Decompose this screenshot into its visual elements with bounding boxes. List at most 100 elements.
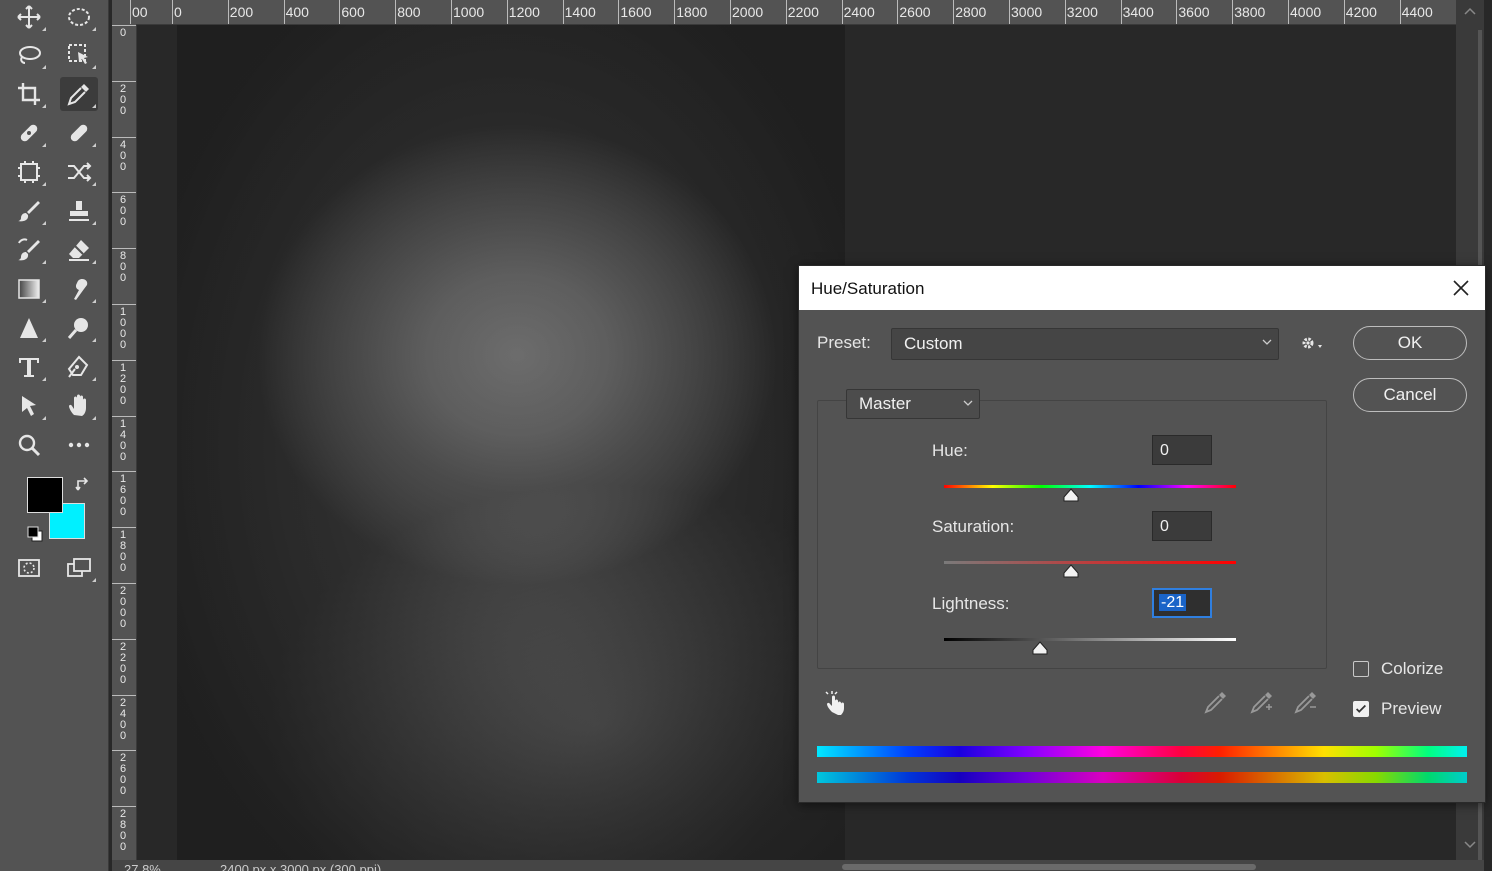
colorize-checkbox[interactable] xyxy=(1353,661,1369,677)
channel-dropdown[interactable]: Master xyxy=(846,389,980,419)
ruler-label-digits: 2 8 0 0 xyxy=(119,808,127,854)
targeted-adjustment-icon[interactable] xyxy=(823,689,849,715)
type-tool[interactable] xyxy=(10,350,48,384)
history-brush-tool[interactable] xyxy=(10,233,48,267)
ruler-label: 1600 xyxy=(620,4,652,20)
eraser-tool[interactable] xyxy=(60,233,98,267)
foreground-color-swatch[interactable] xyxy=(27,477,63,513)
tool-flyout-indicator xyxy=(42,416,46,420)
eyedropper-subtract-icon[interactable] xyxy=(1293,689,1319,715)
rotate-view-tool[interactable] xyxy=(60,389,98,423)
status-bar: 27.8% 2400 px x 3000 px (300 ppi) xyxy=(112,860,1484,871)
tool-flyout-indicator xyxy=(92,27,96,31)
chevron-down-icon xyxy=(963,400,973,406)
ruler-label: 800 xyxy=(397,4,421,20)
eyedropper-icon[interactable] xyxy=(1203,689,1229,715)
history-brush-icon xyxy=(18,238,40,261)
object-select-tool[interactable] xyxy=(60,38,98,72)
hue-slider-track[interactable] xyxy=(944,485,1236,488)
pen-tool[interactable] xyxy=(60,350,98,384)
brush-tool[interactable] xyxy=(10,194,48,228)
zoom-tool[interactable] xyxy=(10,428,48,462)
horizontal-scroll-thumb[interactable] xyxy=(842,864,1256,870)
scroll-down-icon[interactable] xyxy=(1464,840,1476,850)
zoom-readout[interactable]: 27.8% xyxy=(124,862,161,871)
horizontal-ruler[interactable]: 00 0 200 400 600 800 1000 1200 1400 1600 1800 2000 2… xyxy=(112,0,1456,25)
document-info: 2400 px x 3000 px (300 ppi) xyxy=(220,862,382,871)
ruler-label: 00 xyxy=(132,4,148,20)
hue-input[interactable]: 0 xyxy=(1152,435,1212,465)
path-select-tool[interactable] xyxy=(10,389,48,423)
saturation-value: 0 xyxy=(1160,518,1169,535)
spot-heal-tool[interactable] xyxy=(10,116,48,150)
preview-checkbox[interactable] xyxy=(1353,701,1369,717)
ruler-tick xyxy=(112,80,136,82)
move-tool[interactable] xyxy=(10,0,48,34)
preset-value: Custom xyxy=(904,334,963,353)
ruler-label: 3600 xyxy=(1178,4,1210,20)
ruler-tick xyxy=(112,304,136,305)
lightness-input[interactable]: -21 xyxy=(1152,588,1212,618)
cancel-button[interactable]: Cancel xyxy=(1353,378,1467,412)
type-icon xyxy=(19,358,39,377)
input-color-bar xyxy=(817,746,1467,757)
clone-stamp-tool[interactable] xyxy=(60,194,98,228)
eyedropper-icon xyxy=(67,84,89,106)
dialog-title-bar[interactable]: Hue/Saturation xyxy=(799,266,1485,310)
ruler-label: 1400 xyxy=(564,4,596,20)
ruler-label: 4400 xyxy=(1401,4,1433,20)
ruler-tick xyxy=(112,192,136,194)
content-aware-move-tool[interactable] xyxy=(60,155,98,189)
colorize-label: Colorize xyxy=(1381,659,1444,678)
swap-colors-icon[interactable] xyxy=(74,476,92,494)
canvas-image[interactable] xyxy=(177,25,845,865)
ruler-label-digits: 1 4 0 0 xyxy=(119,417,127,463)
ruler-tick xyxy=(1288,0,1289,24)
crop-tool[interactable] xyxy=(10,77,48,111)
saturation-slider-thumb[interactable] xyxy=(1063,564,1079,578)
lightness-slider-thumb[interactable] xyxy=(1032,641,1048,655)
default-colors-icon[interactable] xyxy=(26,525,44,543)
more-icon xyxy=(68,442,90,448)
gradient-tool[interactable] xyxy=(10,272,48,306)
bandage-tool[interactable] xyxy=(60,116,98,150)
sharpen-tool[interactable] xyxy=(10,311,48,345)
scroll-up-icon[interactable] xyxy=(1464,6,1476,16)
tool-flyout-indicator xyxy=(42,260,46,264)
ruler-tick xyxy=(112,806,136,808)
vertical-ruler[interactable]: 0 2 0 0 4 0 0 6 0 0 8 0 0 1 0 0 0 1 2 0 0 1 4 0… xyxy=(112,24,137,871)
ruler-label: 600 xyxy=(341,4,365,20)
zoom-icon xyxy=(18,434,41,457)
eyedropper-add-icon[interactable] xyxy=(1249,689,1275,715)
ruler-label: 4200 xyxy=(1345,4,1377,20)
hue-slider-thumb[interactable] xyxy=(1063,488,1079,502)
tool-flyout-indicator xyxy=(42,221,46,225)
quick-mask-button[interactable] xyxy=(10,551,48,585)
ruler-tick xyxy=(953,0,955,24)
more-tools-button[interactable] xyxy=(60,428,98,462)
lasso-tool[interactable] xyxy=(10,38,48,72)
dodge-tool[interactable] xyxy=(60,311,98,345)
saturation-slider-track[interactable] xyxy=(944,561,1236,564)
ruler-label-digits: 1 2 0 0 xyxy=(119,361,127,407)
output-color-bar xyxy=(817,772,1467,783)
ruler-label: 2600 xyxy=(899,4,931,20)
tool-flyout-indicator xyxy=(42,27,46,31)
ruler-tick xyxy=(112,638,136,640)
ok-button[interactable]: OK xyxy=(1353,326,1467,360)
tool-flyout-indicator xyxy=(92,104,96,108)
marquee-tool[interactable] xyxy=(60,0,98,34)
screen-mode-button[interactable] xyxy=(60,551,98,585)
ruler-label-digits: 0 xyxy=(119,27,127,39)
ruler-tick xyxy=(112,359,136,361)
frame-tool[interactable] xyxy=(10,155,48,189)
eyedropper-tool[interactable] xyxy=(60,77,98,111)
smudge-tool[interactable] xyxy=(60,272,98,306)
gear-icon[interactable] xyxy=(1299,333,1325,353)
saturation-input[interactable]: 0 xyxy=(1152,511,1212,541)
ruler-label-digits: 2 4 0 0 xyxy=(119,696,127,742)
preset-dropdown[interactable]: Custom xyxy=(891,328,1279,360)
close-icon[interactable] xyxy=(1451,278,1471,298)
ruler-label-digits: 1 0 0 0 xyxy=(119,306,127,351)
lightness-slider-track[interactable] xyxy=(944,638,1236,641)
